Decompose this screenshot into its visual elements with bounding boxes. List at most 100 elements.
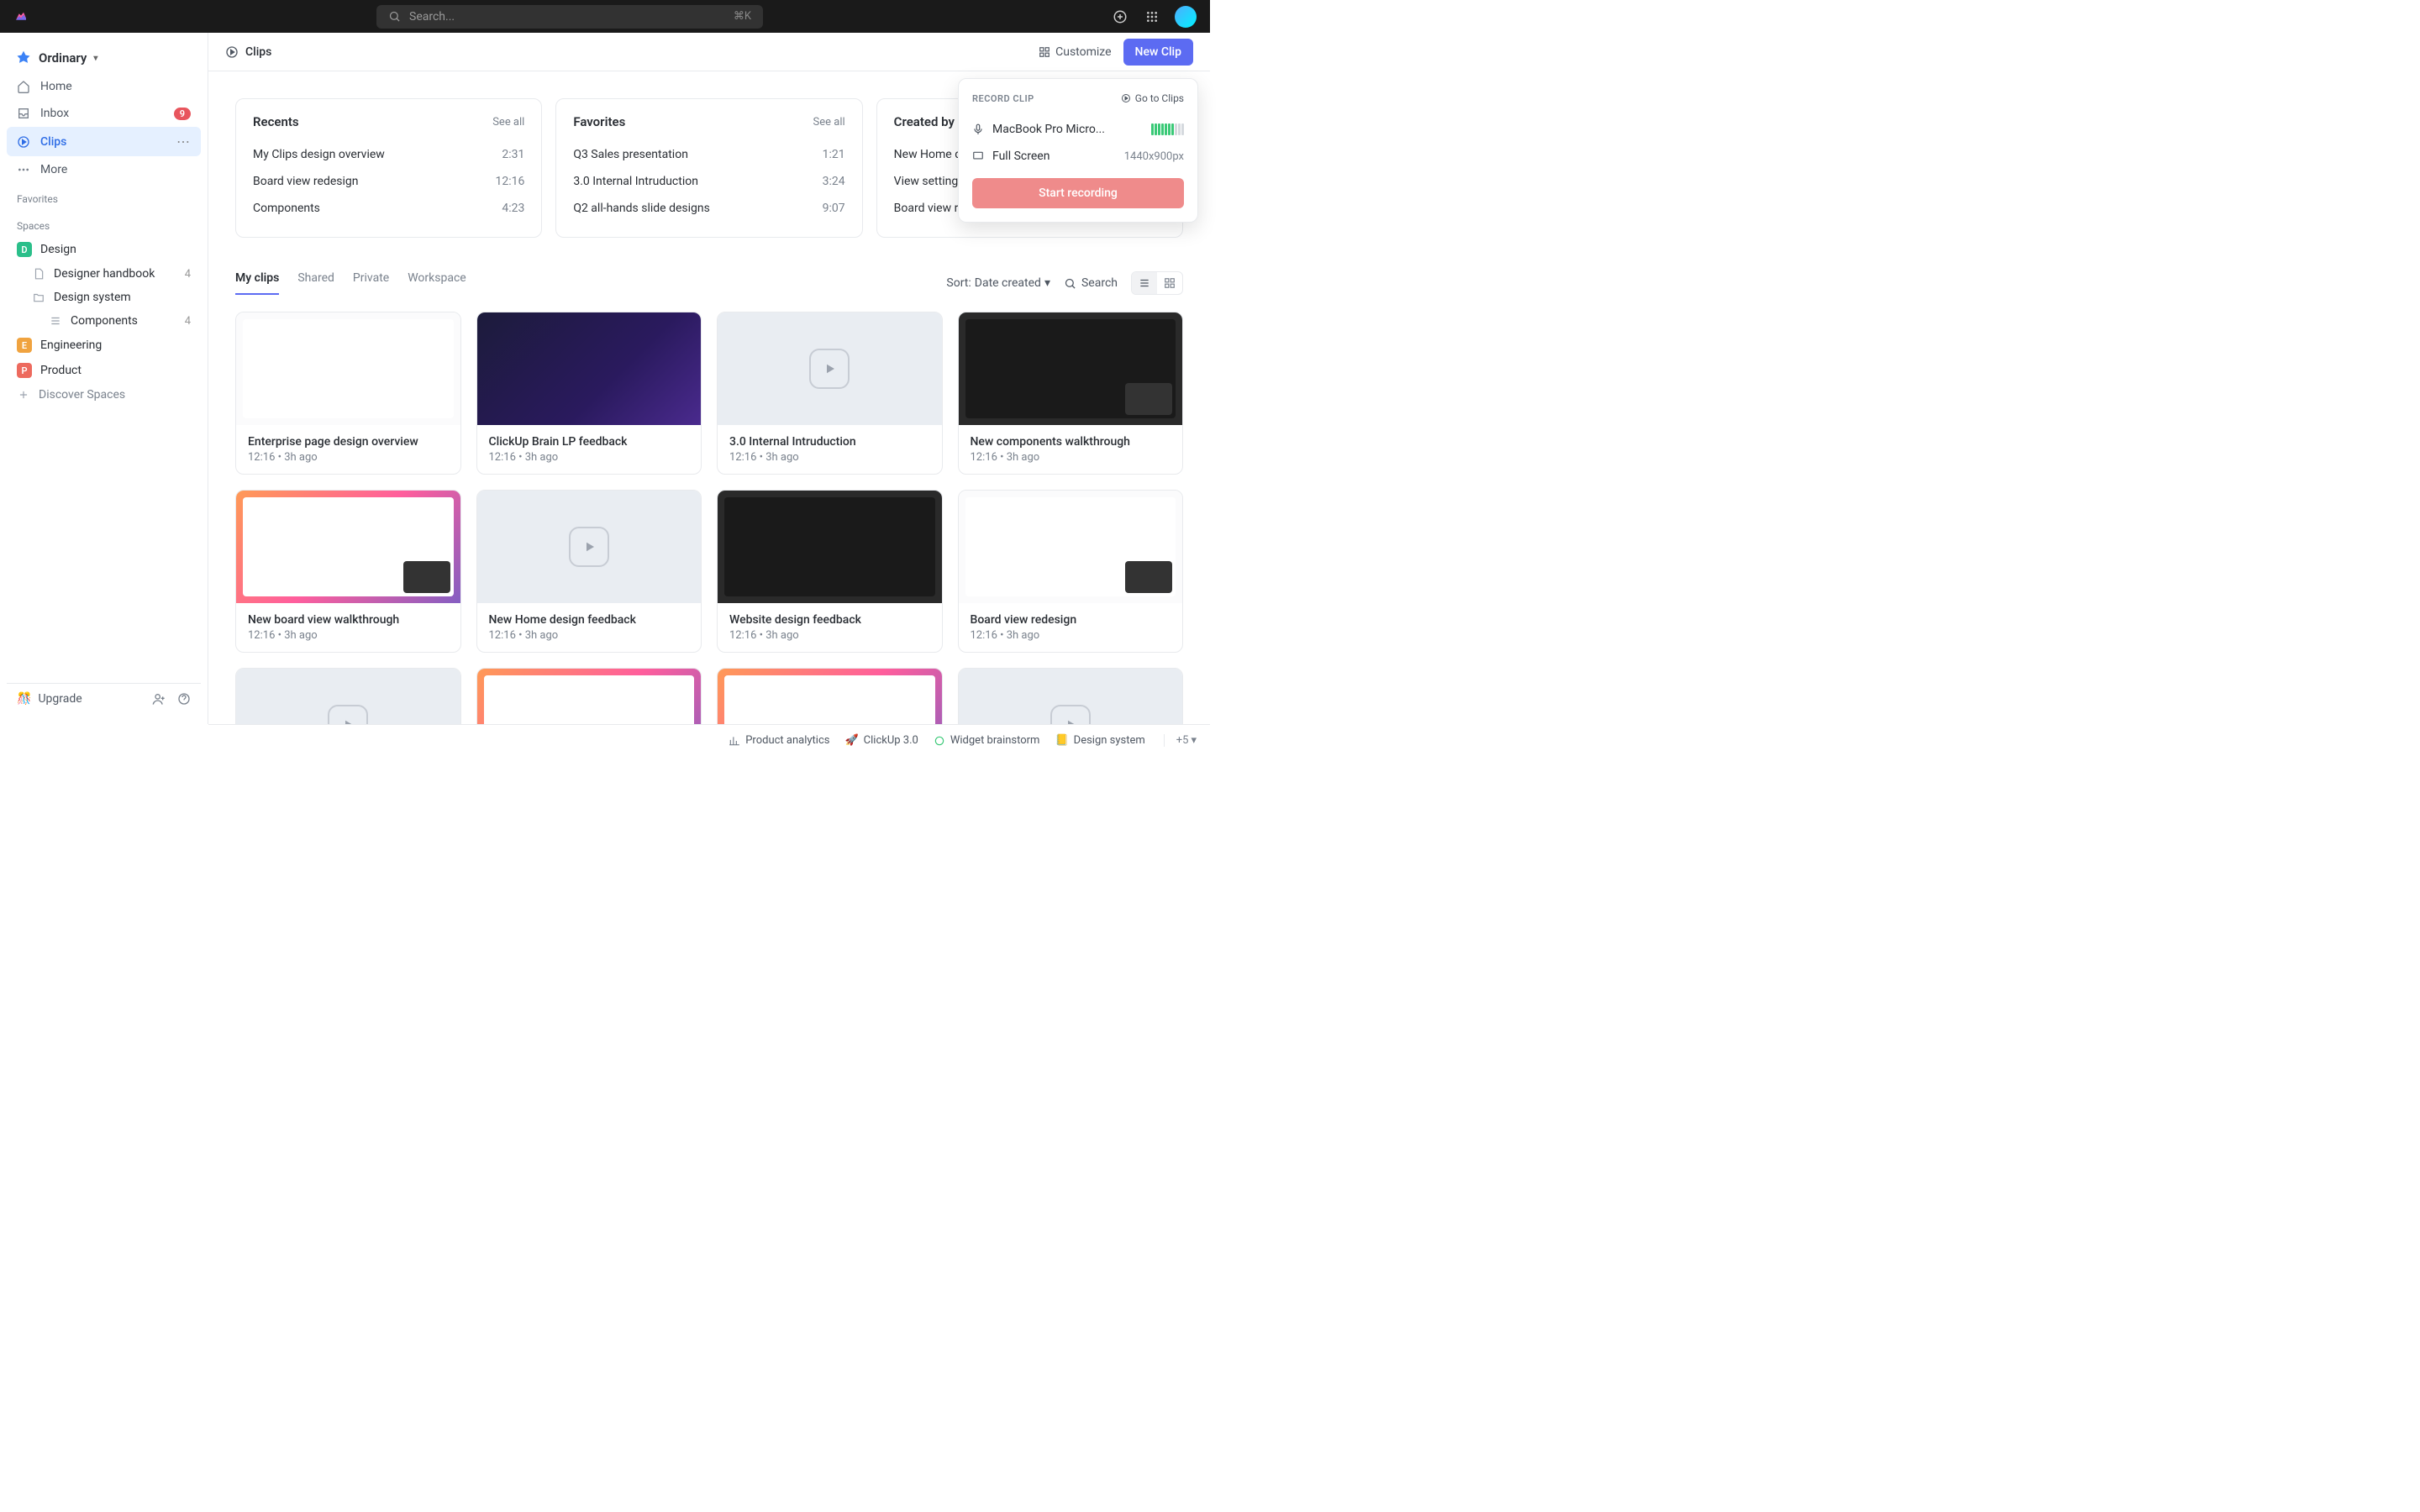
- sort-dropdown[interactable]: Sort: Date created ▾: [946, 276, 1050, 290]
- plus-circle-icon[interactable]: [1111, 8, 1129, 26]
- tabs-right: Sort: Date created ▾ Search: [946, 271, 1183, 295]
- home-icon: [17, 80, 30, 93]
- favorites-label[interactable]: Favorites: [7, 183, 201, 210]
- goto-label: Go to Clips: [1135, 92, 1184, 104]
- help-icon[interactable]: [177, 692, 191, 706]
- clip-title: Board view redesign: [971, 613, 1171, 627]
- invite-icon[interactable]: [152, 692, 166, 706]
- grid-icon: [1039, 46, 1050, 58]
- tab-private[interactable]: Private: [353, 271, 389, 295]
- clip-row[interactable]: Components4:23: [253, 195, 524, 222]
- page-title: Clips: [245, 45, 271, 59]
- clip-title: Website design feedback: [729, 613, 930, 627]
- tab-my-clips[interactable]: My clips: [235, 271, 279, 295]
- clickup-logo-icon[interactable]: [13, 9, 29, 24]
- space-label: Engineering: [40, 339, 102, 352]
- search-kbd: ⌘K: [734, 10, 751, 23]
- clip-row[interactable]: Q2 all-hands slide designs9:07: [573, 195, 844, 222]
- clip-card[interactable]: New components walkthrough12:16 • 3h ago: [958, 312, 1184, 475]
- confetti-icon: 🎊: [17, 692, 31, 706]
- list-view-button[interactable]: [1132, 272, 1157, 294]
- recents-card: Recents See all My Clips design overview…: [235, 98, 542, 238]
- see-all-link[interactable]: See all: [492, 116, 524, 129]
- bb-design-system[interactable]: 📒 Design system: [1055, 734, 1144, 747]
- space-designer-handbook[interactable]: Designer handbook 4: [7, 262, 201, 286]
- inbox-badge: 9: [174, 108, 191, 120]
- space-design-system[interactable]: Design system: [7, 286, 201, 309]
- space-components[interactable]: Components 4: [7, 309, 201, 333]
- avatar[interactable]: [1175, 6, 1197, 28]
- discover-spaces[interactable]: Discover Spaces: [7, 383, 201, 407]
- bb-product-analytics[interactable]: Product analytics: [729, 734, 829, 747]
- workspace-switcher[interactable]: Ordinary ▾: [7, 43, 201, 73]
- bb-widget[interactable]: Widget brainstorm: [934, 734, 1040, 747]
- clip-card[interactable]: ClickUp Brain LP feedback12:16 • 3h ago: [476, 312, 702, 475]
- clip-card[interactable]: Enterprise page design overview12:16 • 3…: [235, 312, 461, 475]
- space-count: 4: [185, 315, 191, 328]
- bb-label: Product analytics: [745, 734, 829, 747]
- sidebar-item-label: Inbox: [40, 107, 69, 120]
- sidebar-item-more[interactable]: More: [7, 156, 201, 183]
- search-box[interactable]: Search... ⌘K: [376, 5, 763, 29]
- clip-time: 1:21: [823, 148, 845, 161]
- grid-view-button[interactable]: [1157, 272, 1182, 294]
- clip-info: New components walkthrough12:16 • 3h ago: [959, 425, 1183, 474]
- space-engineering[interactable]: E Engineering: [7, 333, 201, 358]
- sidebar-item-label: More: [40, 163, 67, 176]
- clip-card[interactable]: Board view redesign12:16 • 3h ago: [958, 490, 1184, 653]
- tab-workspace[interactable]: Workspace: [408, 271, 466, 295]
- search-button[interactable]: Search: [1064, 276, 1118, 290]
- bb-more[interactable]: +5 ▾: [1164, 734, 1197, 747]
- clip-card[interactable]: [717, 668, 943, 724]
- clip-card[interactable]: Website design feedback12:16 • 3h ago: [717, 490, 943, 653]
- clip-card[interactable]: [958, 668, 1184, 724]
- space-product[interactable]: P Product: [7, 358, 201, 383]
- sidebar-item-clips[interactable]: Clips ⋯: [7, 127, 201, 156]
- clip-name: Board view redesign: [253, 175, 359, 188]
- clip-info: 3.0 Internal Intruduction12:16 • 3h ago: [718, 425, 942, 474]
- sidebar-item-inbox[interactable]: Inbox 9: [7, 100, 201, 127]
- clip-card[interactable]: New board view walkthrough12:16 • 3h ago: [235, 490, 461, 653]
- workspace-name: Ordinary: [39, 50, 87, 66]
- goto-clips-link[interactable]: Go to Clips: [1121, 92, 1184, 104]
- clip-info: Website design feedback12:16 • 3h ago: [718, 603, 942, 652]
- space-label: Components: [71, 314, 138, 328]
- apps-grid-icon[interactable]: [1143, 8, 1161, 26]
- clip-card[interactable]: [476, 668, 702, 724]
- upgrade-button[interactable]: 🎊 Upgrade: [17, 692, 82, 706]
- discover-label: Discover Spaces: [39, 388, 125, 402]
- tab-shared[interactable]: Shared: [297, 271, 334, 295]
- clip-row[interactable]: Q3 Sales presentation 1:21: [573, 141, 844, 168]
- clip-row[interactable]: 3.0 Internal Intruduction3:24: [573, 168, 844, 195]
- mic-row[interactable]: MacBook Pro Micro...: [972, 116, 1184, 143]
- spaces-label[interactable]: Spaces: [7, 210, 201, 237]
- bb-clickup[interactable]: 🚀 ClickUp 3.0: [844, 734, 918, 747]
- clip-card[interactable]: [235, 668, 461, 724]
- sidebar-item-home[interactable]: Home: [7, 73, 201, 100]
- screen-row[interactable]: Full Screen 1440x900px: [972, 143, 1184, 170]
- clip-title: Enterprise page design overview: [248, 435, 449, 449]
- see-all-link[interactable]: See all: [813, 116, 845, 129]
- new-clip-button[interactable]: New Clip: [1123, 39, 1193, 66]
- plus-icon: [17, 388, 30, 402]
- more-icon: [17, 163, 30, 176]
- clip-name: Q3 Sales presentation: [573, 148, 688, 161]
- clip-row[interactable]: Board view redesign12:16: [253, 168, 524, 195]
- card-title: Favorites: [573, 114, 625, 129]
- sidebar-footer-icons: [152, 692, 191, 706]
- clip-title: New board view walkthrough: [248, 613, 449, 627]
- space-design[interactable]: D Design: [7, 237, 201, 262]
- more-dots-icon[interactable]: ⋯: [176, 134, 191, 150]
- folder-icon: [32, 291, 45, 304]
- clip-card[interactable]: 3.0 Internal Intruduction12:16 • 3h ago: [717, 312, 943, 475]
- clip-card[interactable]: New Home design feedback12:16 • 3h ago: [476, 490, 702, 653]
- clip-name: Components: [253, 202, 320, 215]
- card-title: Recents: [253, 114, 299, 129]
- start-recording-button[interactable]: Start recording: [972, 178, 1184, 208]
- customize-button[interactable]: Customize: [1039, 45, 1111, 59]
- tabs-row: My clips Shared Private Workspace Sort: …: [208, 255, 1210, 295]
- clip-row[interactable]: My Clips design overview2:31: [253, 141, 524, 168]
- record-popover: RECORD CLIP Go to Clips MacBook Pro Micr…: [958, 78, 1198, 223]
- clip-name: 3.0 Internal Intruduction: [573, 175, 698, 188]
- doc-icon: [32, 267, 45, 281]
